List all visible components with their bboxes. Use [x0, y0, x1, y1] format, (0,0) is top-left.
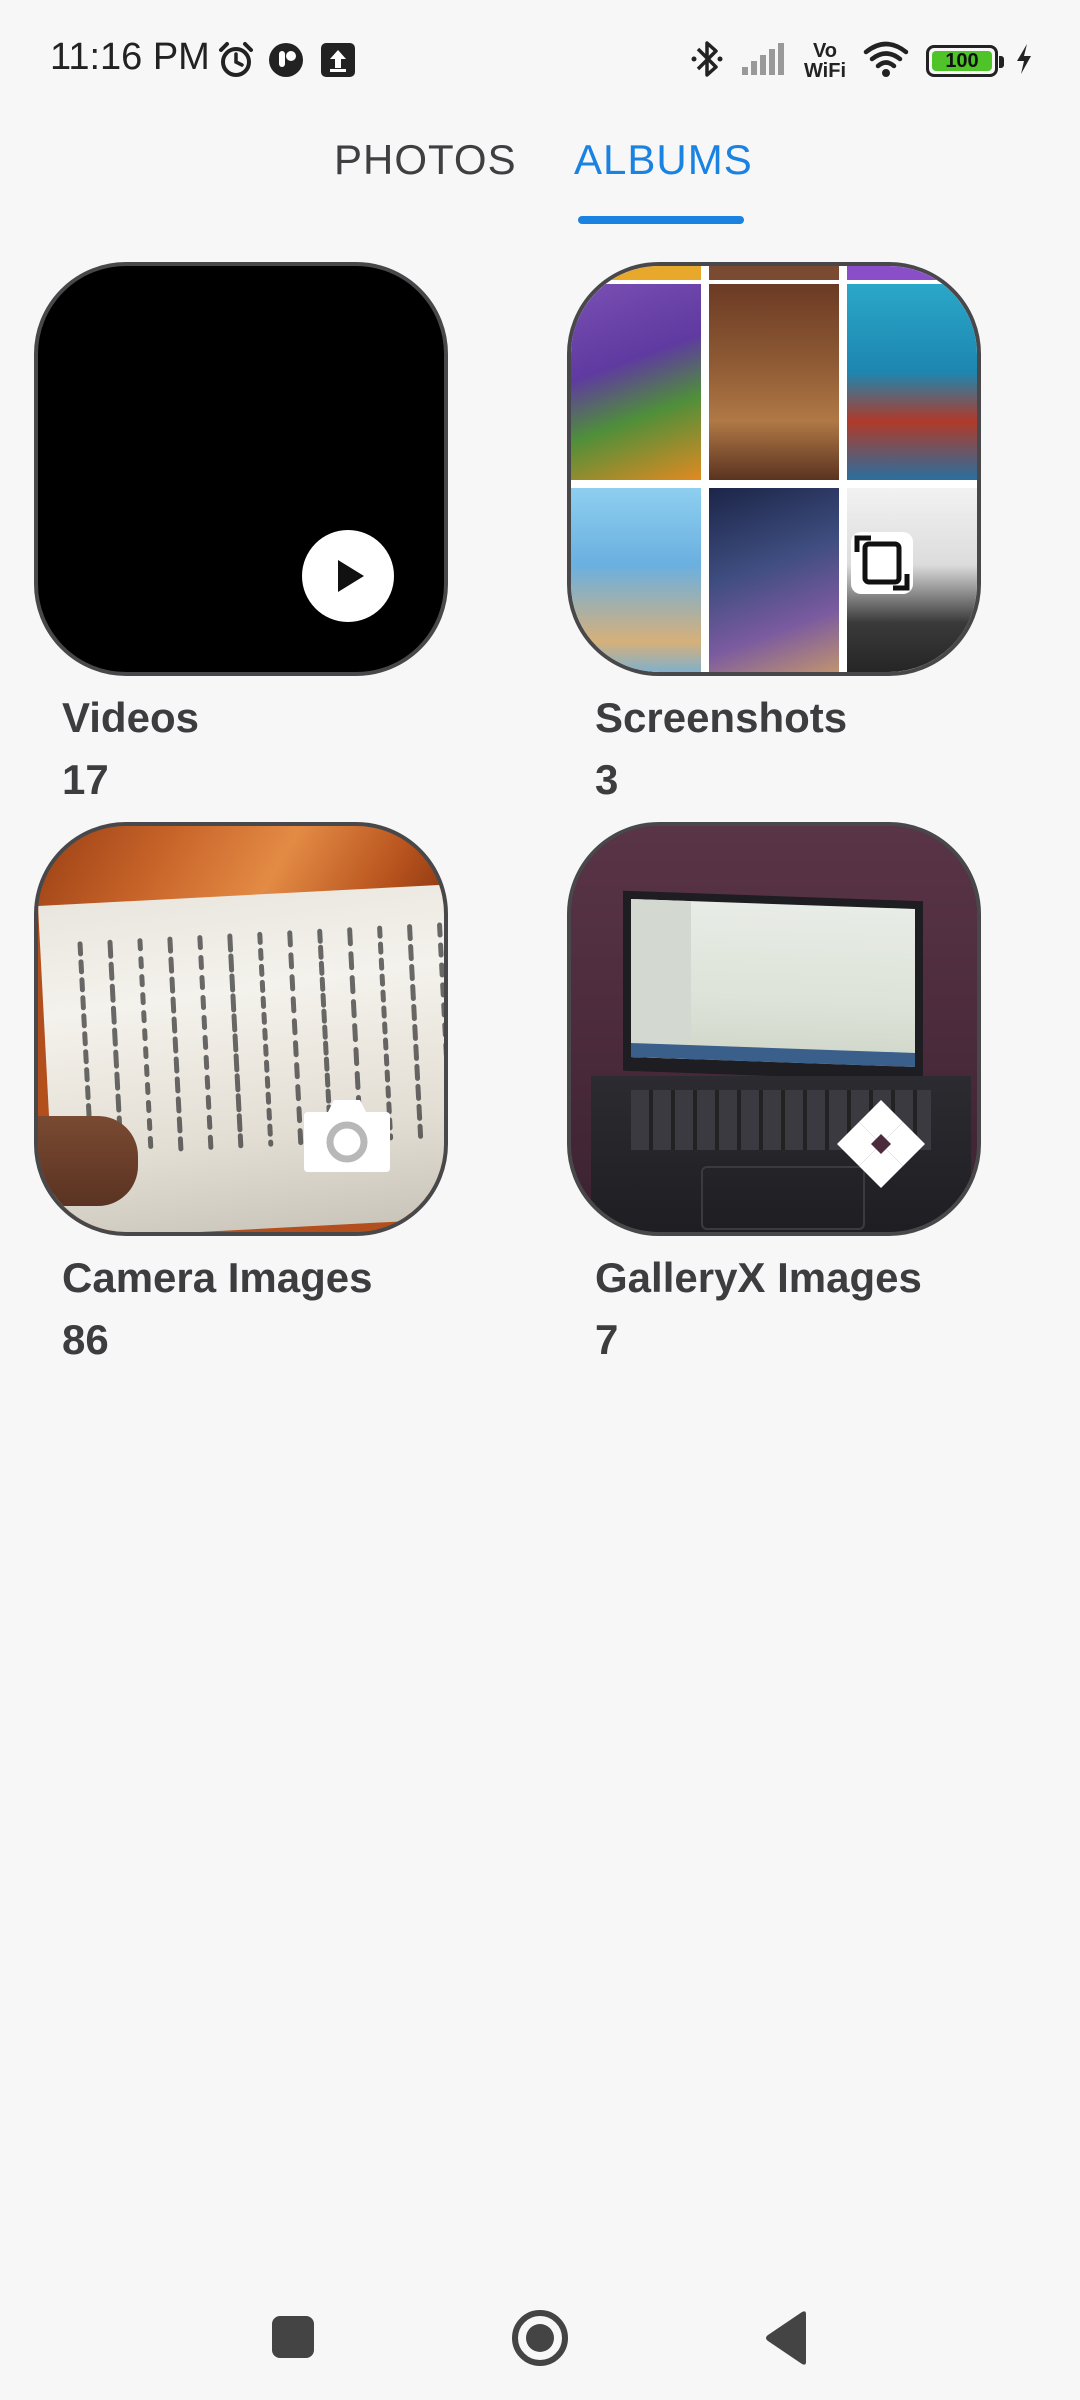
album-screenshots[interactable]: Screenshots 3: [567, 262, 981, 803]
upload-icon: [318, 40, 358, 80]
volte-line1: Vo: [812, 40, 838, 62]
collage-tile: [709, 266, 839, 280]
volte-icon: Vo WiFi: [804, 41, 846, 81]
navigation-bar: [0, 2280, 1080, 2390]
play-icon: [302, 530, 394, 627]
status-right-icons: Vo WiFi 100: [690, 36, 1034, 86]
album-videos[interactable]: Videos 17: [34, 262, 448, 803]
album-thumbnail[interactable]: [567, 822, 981, 1236]
galleryx-logo-icon: [833, 1096, 929, 1197]
camera-icon: [300, 1092, 394, 1181]
collage-tile: [847, 266, 977, 280]
tab-photos[interactable]: PHOTOS: [334, 136, 517, 184]
photo-laptop-sidebar: [631, 899, 691, 1060]
photo-laptop-display: [631, 899, 915, 1067]
collage-tile: [847, 284, 977, 480]
album-name: Screenshots: [595, 694, 848, 741]
collage-tile: [709, 284, 839, 480]
signal-icon: [740, 41, 788, 82]
tab-albums[interactable]: ALBUMS: [574, 136, 753, 184]
home-button[interactable]: [510, 2308, 570, 2373]
battery-tip: [999, 56, 1004, 68]
album-camera-images[interactable]: Camera Images 86: [34, 822, 448, 1363]
album-count: 7: [595, 1316, 619, 1363]
album-count: 17: [62, 756, 109, 803]
photo-laptop-screen: [623, 890, 923, 1082]
back-button[interactable]: [762, 2310, 812, 2371]
album-galleryx-images[interactable]: GalleryX Images 7: [567, 822, 981, 1363]
volte-line2: WiFi: [803, 60, 846, 82]
recents-button[interactable]: [270, 2314, 316, 2365]
app-notification-icon: [266, 40, 306, 80]
collage-tile: [571, 284, 701, 480]
battery-icon: 100: [926, 45, 1004, 77]
charging-icon: [1014, 42, 1034, 81]
album-name: Videos: [62, 694, 199, 741]
wifi-icon: [862, 40, 910, 83]
album-count: 86: [62, 1316, 109, 1363]
tab-indicator: [578, 216, 744, 224]
album-name: GalleryX Images: [595, 1254, 922, 1301]
screenshot-icon: [847, 528, 917, 603]
bluetooth-icon: [690, 37, 724, 86]
album-name: Camera Images: [62, 1254, 373, 1301]
photo-hand: [38, 1116, 138, 1206]
album-thumbnail[interactable]: [567, 262, 981, 676]
album-thumbnail[interactable]: [34, 262, 448, 676]
battery-level: 100: [945, 49, 979, 72]
status-bar: 11:16 PM Vo WiFi 100: [0, 0, 1080, 120]
status-time: 11:16 PM: [50, 36, 210, 78]
photo-laptop-taskbar: [631, 1043, 915, 1067]
collage-tile: [571, 266, 701, 280]
album-thumbnail[interactable]: [34, 822, 448, 1236]
collage-tile: [709, 488, 839, 672]
tab-bar: PHOTOS ALBUMS: [0, 120, 1080, 230]
alarm-icon: [216, 40, 256, 80]
collage-tile: [571, 488, 701, 672]
album-count: 3: [595, 756, 619, 803]
